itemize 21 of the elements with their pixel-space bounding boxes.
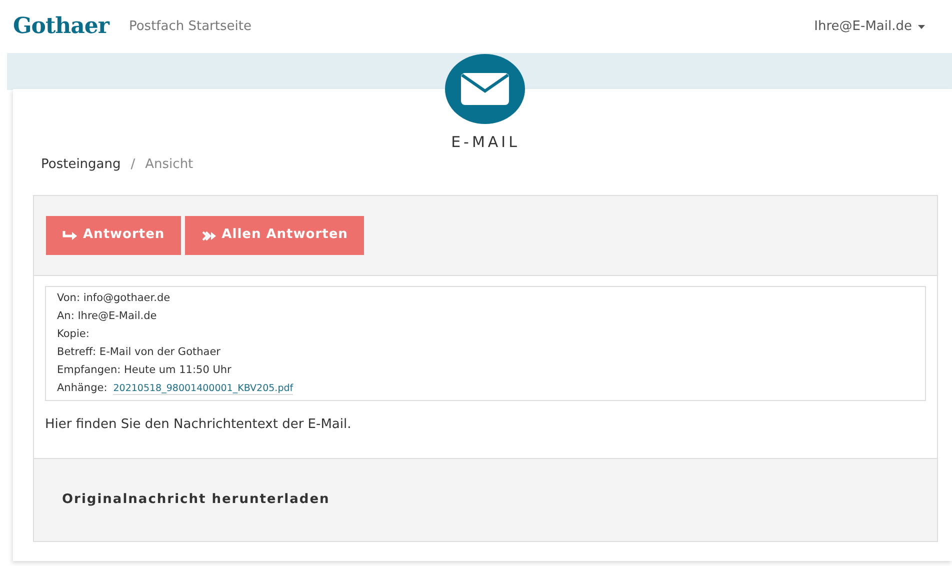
field-label: Anhänge: xyxy=(57,382,108,394)
breadcrumb-item[interactable]: Posteingang xyxy=(41,155,121,174)
reply-arrow-icon xyxy=(62,228,78,242)
reply-all-button[interactable]: Allen Antworten xyxy=(184,216,364,254)
attachment-link[interactable]: 20210518_98001400001_KBV205.pdf xyxy=(113,382,294,394)
reply-button[interactable]: Antworten xyxy=(46,216,181,254)
header-field: Betreff: E-Mail von der Gothaer xyxy=(57,346,220,358)
user-menu[interactable]: Ihre@E-Mail.de xyxy=(814,16,925,36)
message-text: Hier finden Sie den Nachrichtentext der E-Mail. xyxy=(45,416,352,434)
page-title: E-MAIL xyxy=(450,132,521,153)
breadcrumb-item: Ansicht xyxy=(145,156,194,174)
header-field: Empfangen: Heute um 11:50 Uhr xyxy=(57,364,232,376)
double-arrow-icon xyxy=(200,228,217,242)
breadcrumb-separator: / xyxy=(130,156,136,174)
header-field: An: Ihre@E-Mail.de xyxy=(57,310,157,322)
download-link[interactable]: Originalnachricht herunterladen xyxy=(62,490,330,510)
caret-icon xyxy=(918,24,925,28)
logo[interactable]: Gothaer xyxy=(13,10,109,43)
header-field: Kopie: xyxy=(57,328,90,340)
header-field: Von: info@gothaer.de xyxy=(57,292,170,304)
nav-link[interactable]: Postfach Startseite xyxy=(128,16,252,36)
